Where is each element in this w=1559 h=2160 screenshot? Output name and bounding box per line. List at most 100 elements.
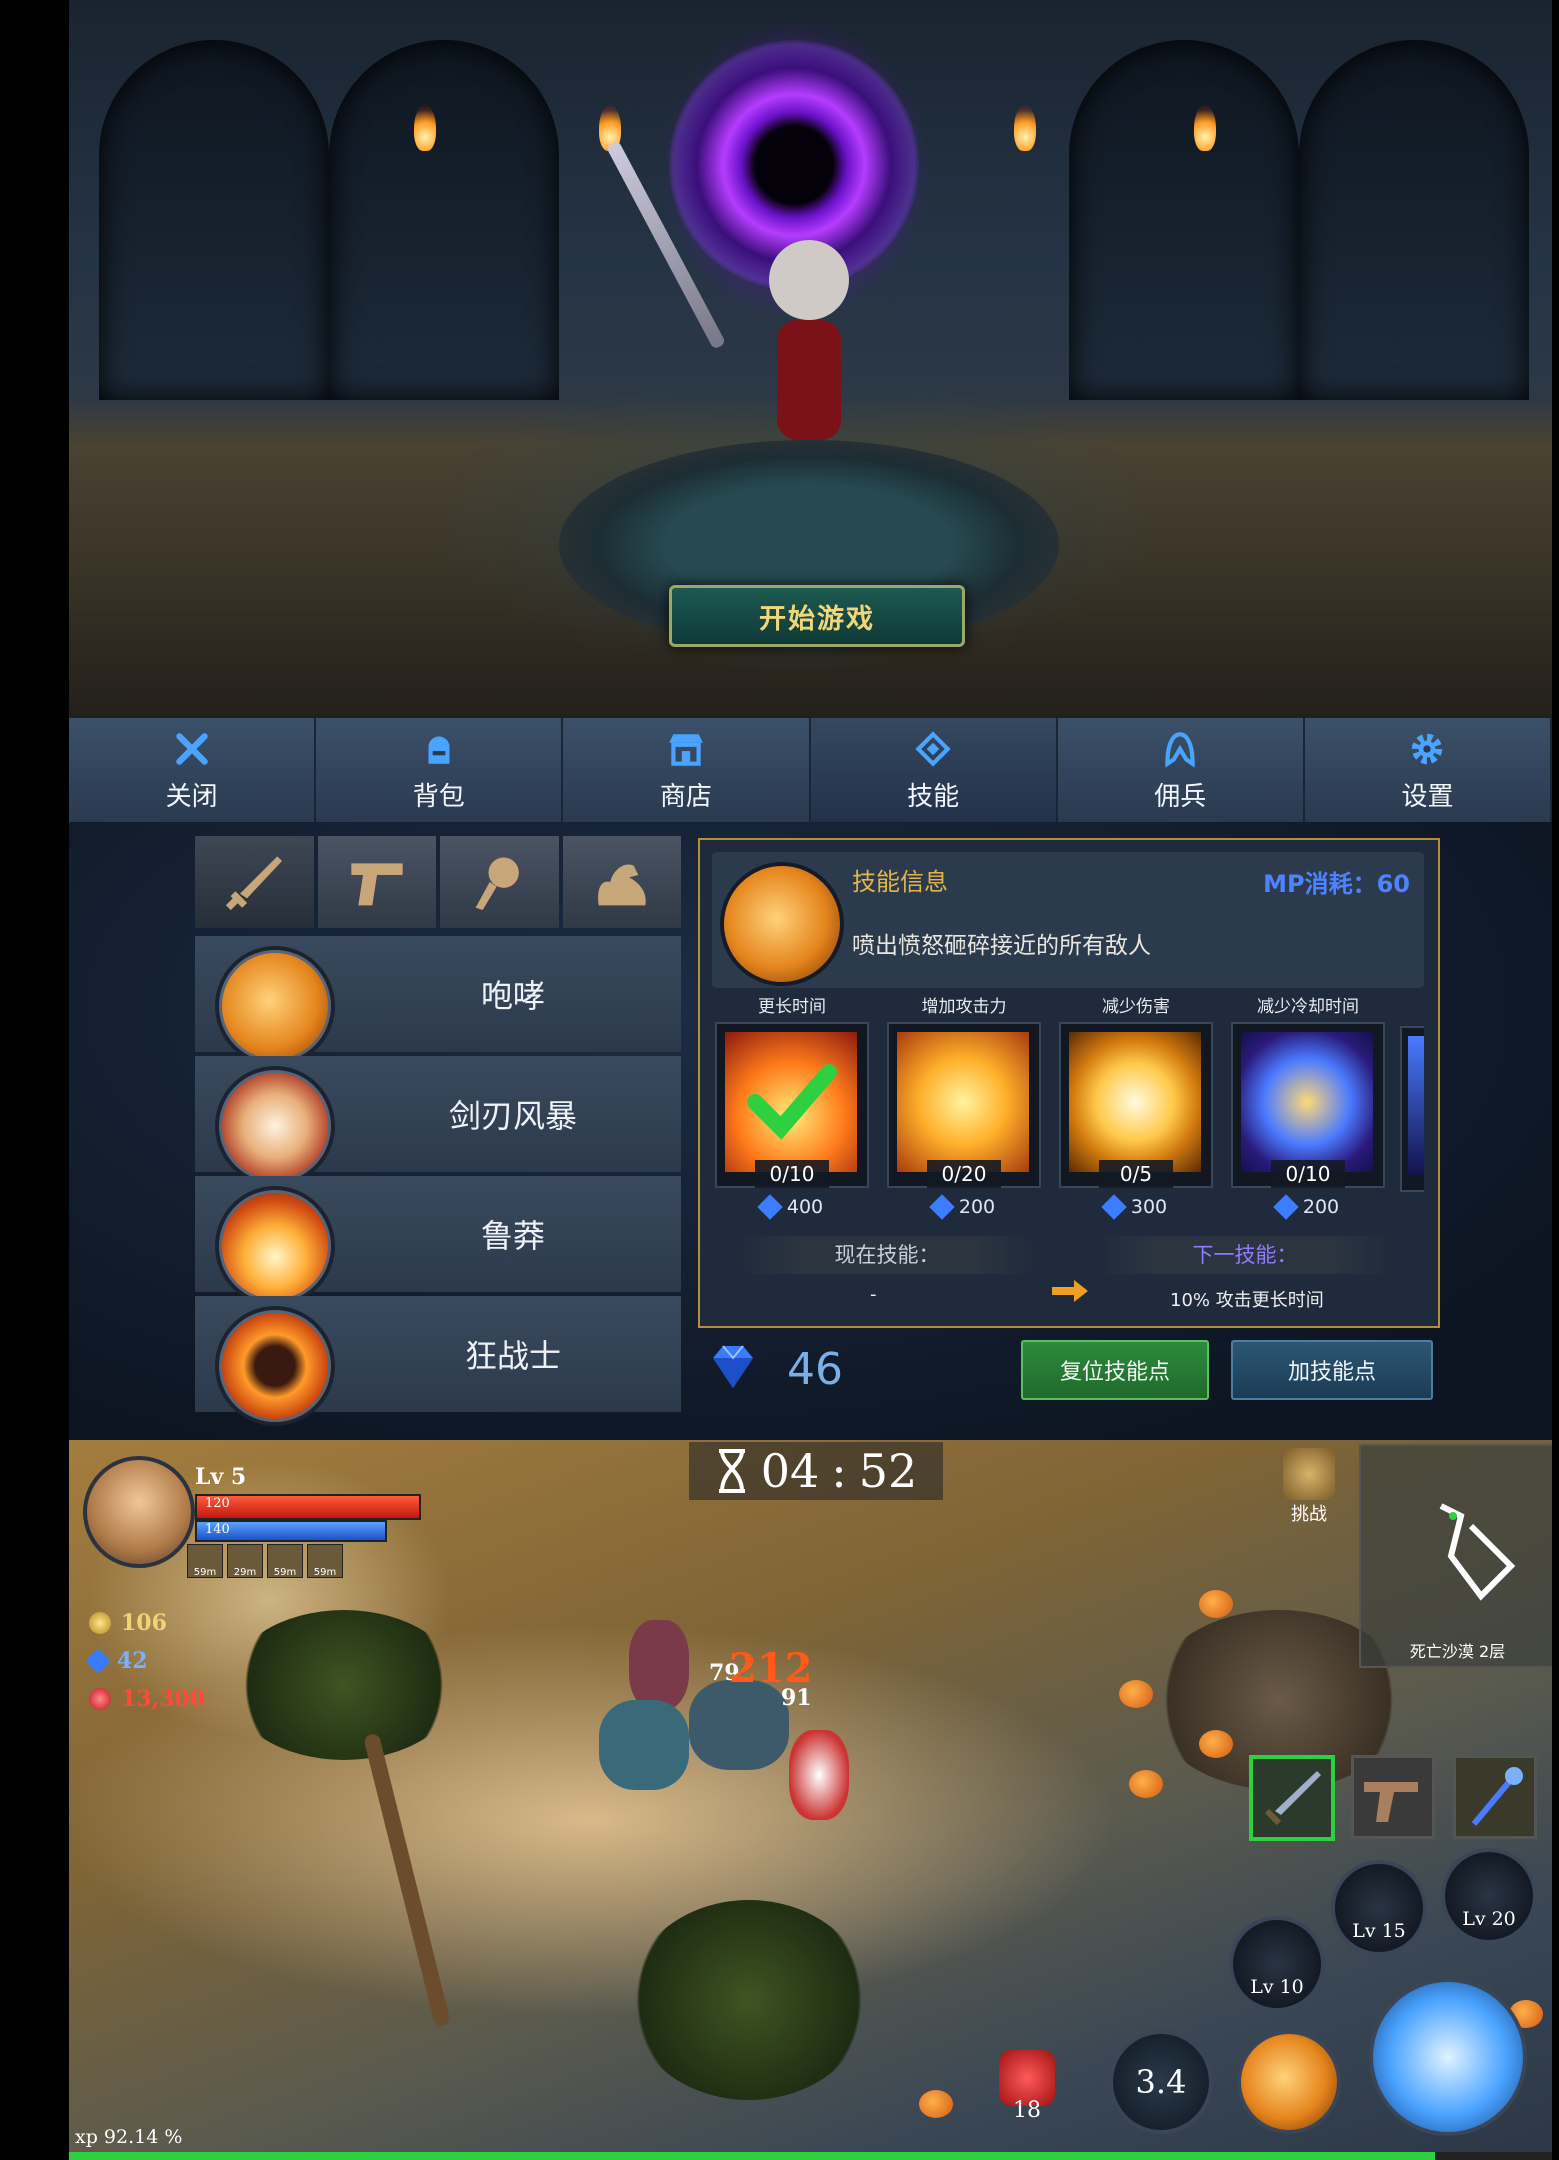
hero-body <box>777 320 841 440</box>
category-gun[interactable] <box>317 836 436 928</box>
buff-icon[interactable]: 29m <box>227 1544 263 1578</box>
tab-close[interactable]: 关闭 <box>69 718 317 822</box>
pumpkin <box>919 2090 953 2118</box>
player-character <box>789 1730 849 1820</box>
shield-icon <box>1069 1032 1201 1172</box>
mp-bar: 140 <box>195 1520 387 1542</box>
sword-icon <box>226 856 283 911</box>
buff-icon[interactable]: 59m <box>267 1544 303 1578</box>
gear-icon <box>1412 733 1443 764</box>
tab-skill[interactable]: 技能 <box>810 718 1058 822</box>
skill-row-berserker[interactable]: 狂战士 <box>195 1296 681 1426</box>
skill-cooldown-button[interactable]: 3.4 <box>1109 2030 1213 2134</box>
reset-skill-points-button[interactable]: 复位技能点 <box>1021 1340 1209 1400</box>
xp-bar <box>69 2152 1552 2160</box>
hourglass-icon <box>718 1449 745 1493</box>
upgrade-longer-duration[interactable]: 更长时间 0/10 400 <box>714 992 870 1220</box>
pumpkin <box>1199 1590 1233 1618</box>
hero-character <box>749 240 869 540</box>
category-magic[interactable] <box>440 836 559 928</box>
ruby-icon <box>89 1688 111 1710</box>
tab-label: 商店 <box>659 781 712 812</box>
enemy[interactable] <box>599 1700 689 1790</box>
muscle-icon <box>597 864 646 906</box>
hp-bar: 120 <box>195 1494 421 1520</box>
backpack-icon <box>428 735 450 764</box>
pumpkin <box>1129 1770 1163 1798</box>
staff-icon <box>1471 1767 1523 1826</box>
dungeon-arch <box>1299 40 1529 400</box>
tab-label: 关闭 <box>165 781 218 812</box>
tab-mercenary[interactable]: 佣兵 <box>1057 718 1305 822</box>
locked-skill-slot[interactable]: Lv 20 <box>1441 1848 1537 1944</box>
roar-skill-button[interactable] <box>1237 2030 1341 2134</box>
tab-label: 背包 <box>412 781 465 812</box>
player-level: Lv 5 <box>195 1464 247 1490</box>
category-strength[interactable] <box>562 836 681 928</box>
tab-backpack[interactable]: 背包 <box>316 718 564 822</box>
diamond-value: 42 <box>117 1648 148 1674</box>
tab-label: 技能 <box>907 781 960 812</box>
upgrade-cost: 200 <box>1230 1194 1386 1220</box>
map-name: 死亡沙漠 2层 <box>1409 1642 1506 1661</box>
enemy[interactable] <box>629 1620 689 1710</box>
skill-name: 咆哮 <box>480 977 545 1015</box>
diamond-counter: 42 <box>85 1648 148 1674</box>
skill-row-roar[interactable]: 咆哮 <box>195 936 681 1066</box>
hp-value: 120 <box>205 1496 230 1511</box>
cost-value: 400 <box>786 1196 824 1218</box>
upgrade-level: 0/5 <box>1099 1160 1173 1188</box>
next-skill-label: 下一技能： <box>1100 1236 1390 1274</box>
ruby-counter: 13,300 <box>89 1686 205 1712</box>
add-skill-point-button[interactable]: 加技能点 <box>1231 1340 1433 1400</box>
player-avatar[interactable] <box>83 1456 195 1568</box>
gold-coin-icon <box>89 1612 111 1634</box>
pumpkin <box>1119 1680 1153 1708</box>
hero-head <box>769 240 849 320</box>
weapon-slot-staff[interactable] <box>1453 1755 1537 1839</box>
reckless-icon <box>215 1186 335 1306</box>
damage-number: 91 <box>781 1685 812 1711</box>
gold-counter: 106 <box>89 1610 167 1636</box>
skill-row-reckless[interactable]: 鲁莽 <box>195 1176 681 1306</box>
tab-settings[interactable]: 设置 <box>1304 718 1552 822</box>
weapon-slot-pistol[interactable] <box>1351 1755 1435 1839</box>
category-sword[interactable] <box>195 836 314 928</box>
upgrade-reduce-damage[interactable]: 减少伤害 0/5 300 <box>1058 992 1214 1220</box>
locked-skill-slot[interactable]: Lv 15 <box>1331 1860 1427 1956</box>
challenge-button[interactable]: 挑战 <box>1269 1448 1349 1526</box>
diamond-icon <box>85 1648 111 1674</box>
upgrade-caption: 更长时间 <box>758 997 826 1017</box>
challenge-label: 挑战 <box>1291 1504 1327 1525</box>
pistol-icon <box>1364 1782 1418 1822</box>
fist-icon <box>897 1032 1029 1172</box>
attack-button[interactable] <box>1369 1978 1527 2136</box>
minimap-path <box>1439 1503 1516 1601</box>
upgrade-caption: 减少冷却时间 <box>1257 997 1359 1017</box>
enemy[interactable] <box>689 1680 789 1770</box>
upgrade-card: 0/5 <box>1059 1022 1213 1188</box>
xp-label: xp 92.14 % <box>75 2126 183 2148</box>
cost-value: 200 <box>958 1196 996 1218</box>
potion-count: 18 <box>1013 2098 1041 2123</box>
skill-row-bladestorm[interactable]: 剑刃风暴 <box>195 1056 681 1186</box>
buff-icon[interactable]: 59m <box>187 1544 223 1578</box>
hourglass-icon <box>1241 1032 1373 1172</box>
stage-timer: 04 : 52 <box>689 1442 943 1500</box>
skill-icon <box>915 730 951 767</box>
timer-separator: : <box>831 1444 847 1498</box>
tab-shop[interactable]: 商店 <box>563 718 811 822</box>
start-game-button[interactable]: 开始游戏 <box>669 585 965 647</box>
upgrade-caption: 减少伤害 <box>1102 997 1170 1017</box>
weapon-slot-sword[interactable] <box>1249 1755 1335 1841</box>
dungeon-arch <box>1069 40 1299 400</box>
buff-icon[interactable]: 59m <box>307 1544 343 1578</box>
start-scene: 开始游戏 <box>69 0 1552 718</box>
minimap[interactable]: 死亡沙漠 2层 <box>1359 1444 1552 1668</box>
xp-fill <box>69 2152 1436 2160</box>
upgrade-cost: 300 <box>1058 1194 1214 1220</box>
upgrade-reduce-cooldown[interactable]: 减少冷却时间 0/10 200 <box>1230 992 1386 1220</box>
close-icon <box>175 732 208 765</box>
upgrade-attack-power[interactable]: 增加攻击力 0/20 200 <box>886 992 1042 1220</box>
locked-skill-slot[interactable]: Lv 10 <box>1229 1916 1325 2012</box>
